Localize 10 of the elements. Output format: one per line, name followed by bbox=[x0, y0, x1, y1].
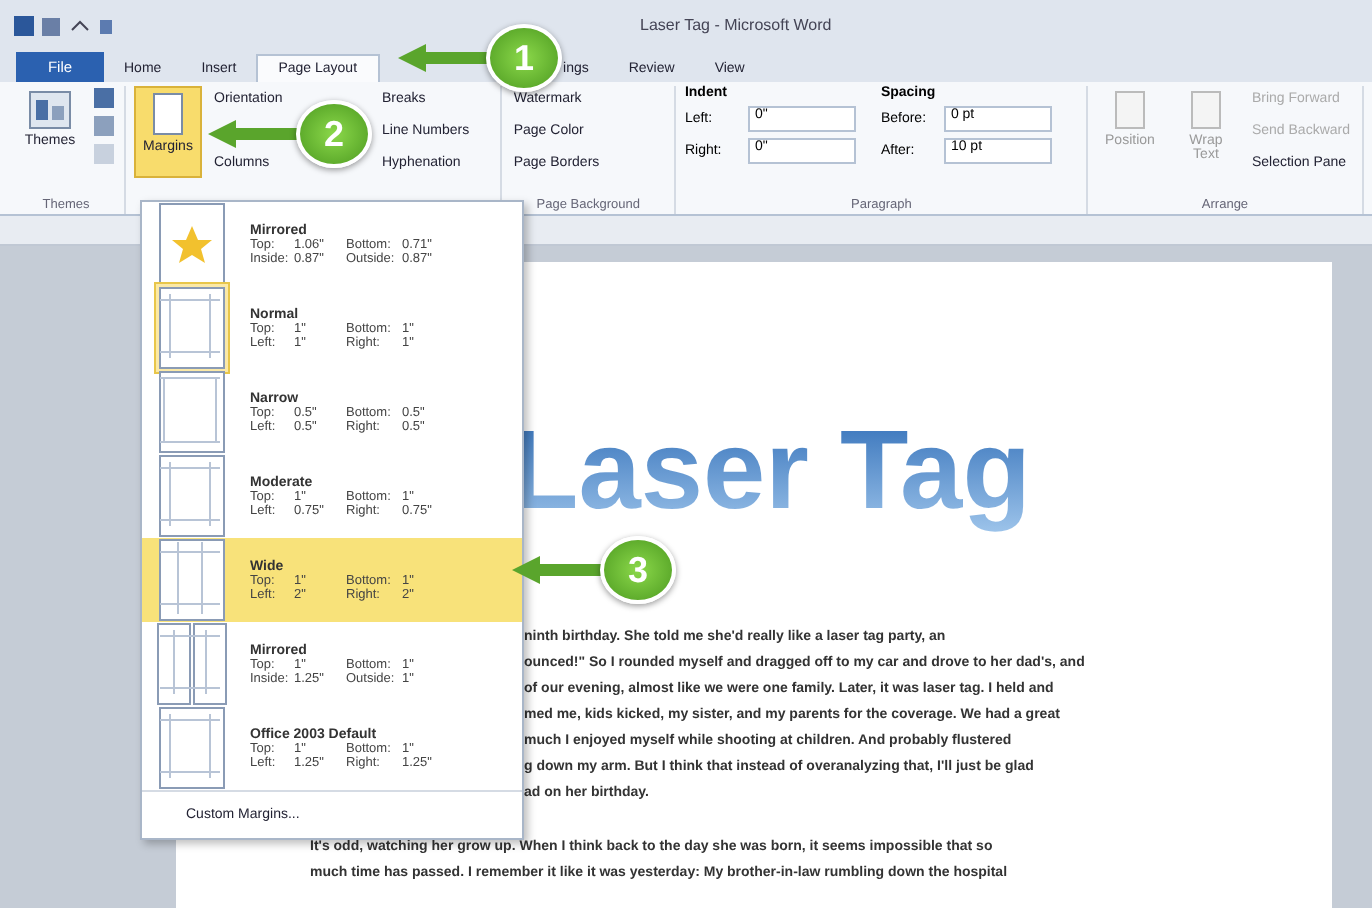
window-title: Laser Tag - Microsoft Word bbox=[640, 16, 832, 34]
callout-arrow bbox=[208, 120, 300, 148]
page-icon bbox=[1113, 90, 1146, 130]
callout-arrow bbox=[512, 556, 604, 584]
quick-access-icon[interactable] bbox=[12, 13, 116, 37]
page-icon bbox=[1189, 90, 1222, 130]
themes-icon bbox=[28, 90, 72, 130]
page-icon bbox=[152, 92, 184, 136]
callout-arrow bbox=[398, 44, 490, 72]
theme-options-icon[interactable] bbox=[92, 86, 116, 166]
